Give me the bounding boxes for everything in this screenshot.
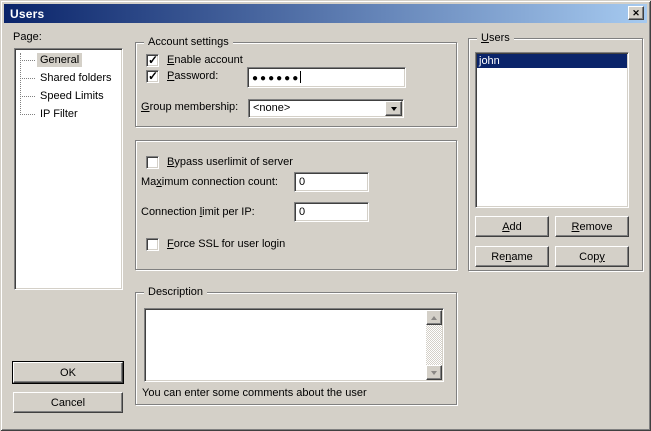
- ok-button[interactable]: OK: [13, 362, 123, 383]
- tree-item-ip-filter[interactable]: IP Filter: [15, 105, 122, 123]
- add-user-button[interactable]: Add: [475, 216, 549, 237]
- group-membership-dropdown[interactable]: <none>: [248, 99, 404, 118]
- force-ssl-label: Force SSL for user login: [167, 238, 285, 250]
- connection-settings-group: Bypass userlimit of server Maximum conne…: [135, 140, 457, 270]
- enable-account-label: Enable account: [167, 54, 243, 66]
- max-connection-count-label: Maximum connection count:: [141, 176, 278, 188]
- connection-limit-per-ip-input[interactable]: [294, 202, 369, 222]
- close-button[interactable]: ✕: [628, 6, 644, 20]
- scroll-up-icon: [431, 316, 437, 320]
- page-tree[interactable]: General Shared folders Speed Limits IP F…: [14, 48, 123, 290]
- account-settings-group: Account settings Enable account Password…: [135, 42, 457, 127]
- group-membership-label: Group membership:: [141, 101, 238, 113]
- tree-connector: [20, 60, 35, 61]
- password-checkbox[interactable]: [146, 70, 159, 83]
- close-icon: ✕: [632, 9, 640, 18]
- password-input[interactable]: ●●●●●●: [247, 67, 406, 88]
- password-label: Password:: [167, 70, 218, 82]
- scrollbar-up-button[interactable]: [426, 310, 442, 325]
- chevron-down-icon: [391, 107, 397, 111]
- description-hint: You can enter some comments about the us…: [142, 387, 367, 399]
- description-scrollbar[interactable]: [426, 310, 442, 380]
- tree-item-label[interactable]: Shared folders: [37, 71, 115, 85]
- users-dialog: Users ✕ Page: General Shared folders Spe…: [0, 0, 651, 431]
- users-group-title: Users: [477, 32, 514, 45]
- enable-account-checkbox[interactable]: [146, 54, 159, 67]
- dropdown-arrow-button[interactable]: [385, 101, 402, 116]
- max-connection-count-input[interactable]: [294, 172, 369, 192]
- rename-user-button[interactable]: Rename: [475, 246, 549, 267]
- remove-user-button[interactable]: Remove: [555, 216, 629, 237]
- copy-user-button[interactable]: Copy: [555, 246, 629, 267]
- tree-item-label[interactable]: General: [37, 53, 82, 67]
- bypass-userlimit-label: Bypass userlimit of server: [167, 156, 293, 168]
- page-label: Page:: [13, 31, 42, 43]
- tree-item-speed-limits[interactable]: Speed Limits: [15, 87, 122, 105]
- title-bar[interactable]: Users ✕: [4, 4, 647, 23]
- force-ssl-checkbox[interactable]: [146, 238, 159, 251]
- description-textarea[interactable]: [144, 308, 444, 382]
- tree-connector: [20, 96, 35, 97]
- users-group: Users john Add Remove Rename Copy: [468, 38, 643, 271]
- description-title: Description: [144, 286, 207, 299]
- tree-item-general[interactable]: General: [15, 51, 122, 69]
- window-title: Users: [4, 7, 44, 21]
- tree-connector: [20, 78, 35, 79]
- user-list-item[interactable]: john: [477, 54, 627, 68]
- cancel-button[interactable]: Cancel: [13, 392, 123, 413]
- description-group: Description You can enter some comments …: [135, 292, 457, 405]
- tree-item-label[interactable]: IP Filter: [37, 107, 81, 121]
- users-listbox[interactable]: john: [475, 52, 629, 208]
- account-settings-title: Account settings: [144, 36, 233, 49]
- text-caret: [300, 71, 301, 83]
- dropdown-selected-value: <none>: [253, 102, 290, 114]
- scrollbar-down-button[interactable]: [426, 365, 442, 380]
- bypass-userlimit-checkbox[interactable]: [146, 156, 159, 169]
- tree-connector: [20, 114, 35, 115]
- connection-limit-per-ip-label: Connection limit per IP:: [141, 206, 255, 218]
- tree-item-shared-folders[interactable]: Shared folders: [15, 69, 122, 87]
- password-masked-value: ●●●●●●: [252, 73, 300, 84]
- scroll-down-icon: [431, 371, 437, 375]
- tree-item-label[interactable]: Speed Limits: [37, 89, 107, 103]
